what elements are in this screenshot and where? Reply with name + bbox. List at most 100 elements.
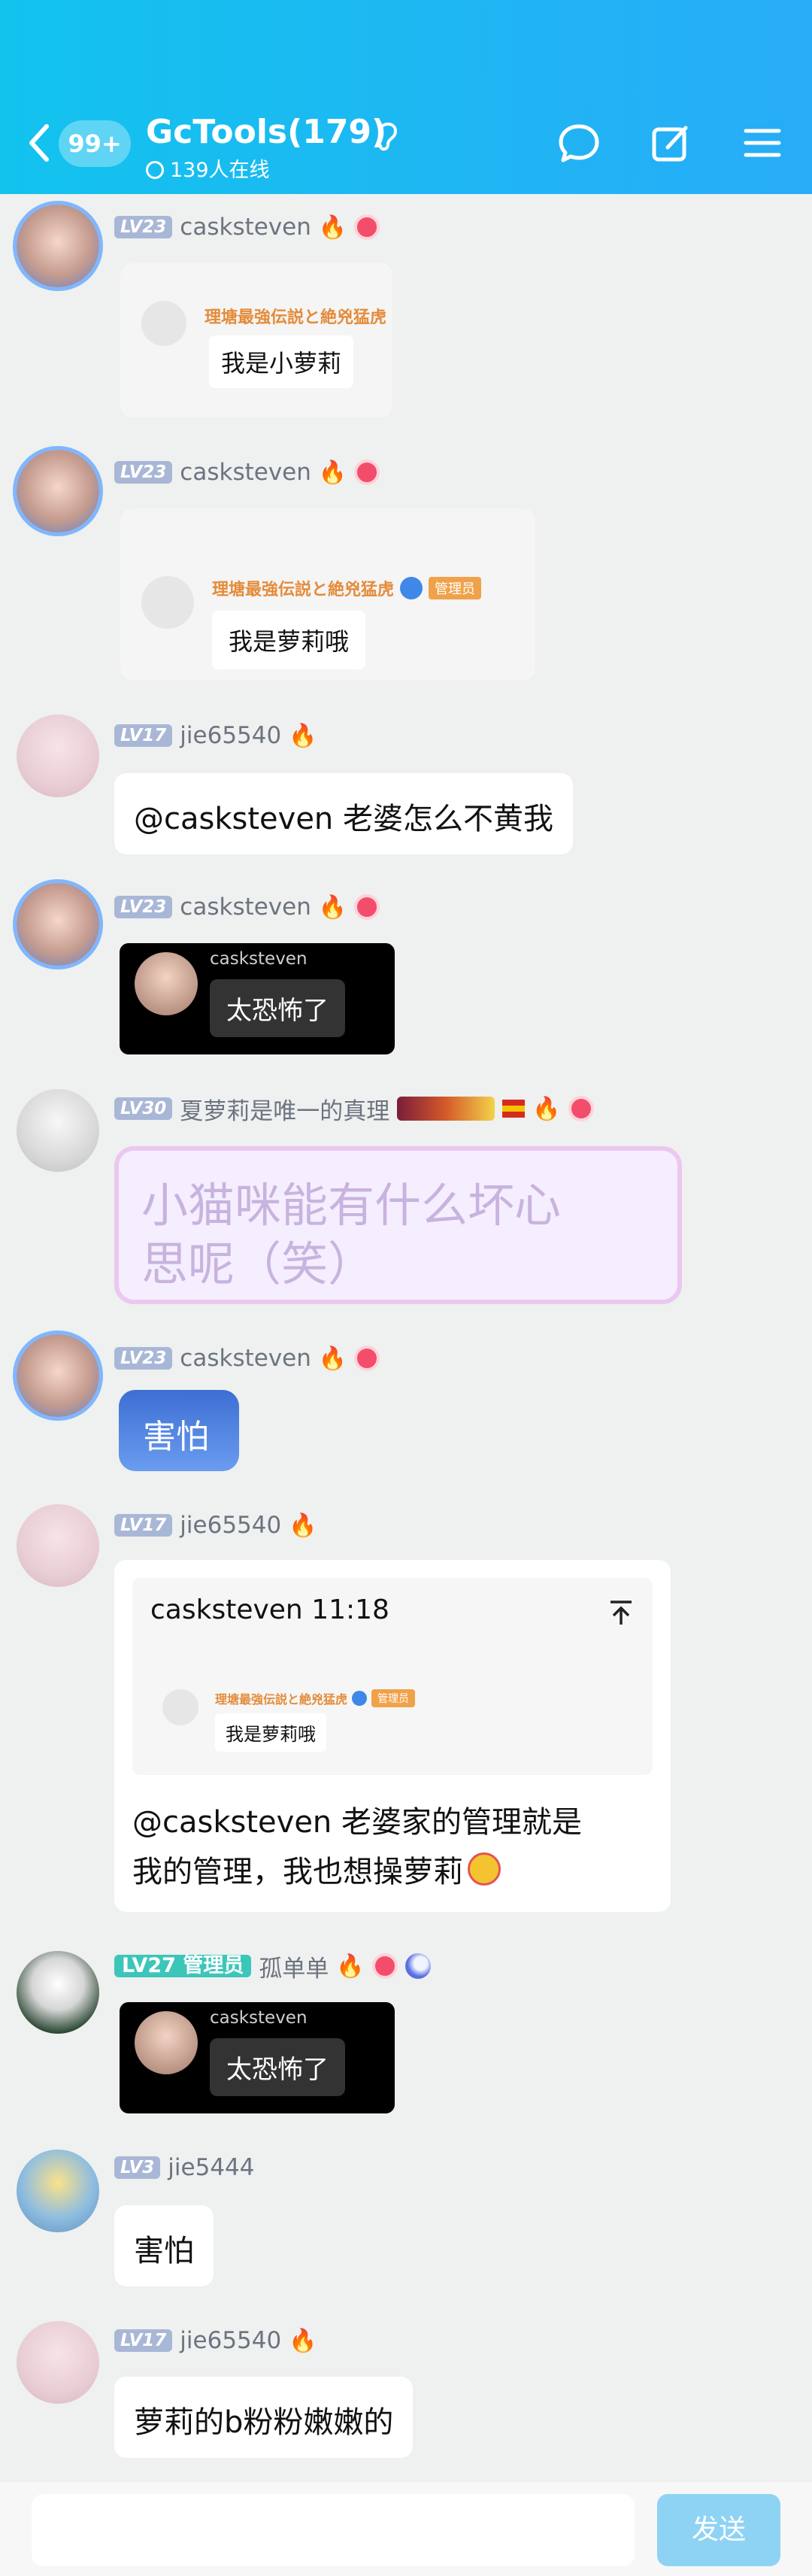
message-text: 萝莉的b粉粉嫩嫩的	[134, 2405, 394, 2440]
quote-header: 理塘最強伝説と絶兇猛虎 管理员	[215, 1689, 416, 1707]
message-sender: LV30 夏萝莉是唯一的真理 🔥	[114, 1095, 594, 1125]
ear-icon[interactable]	[374, 119, 401, 152]
message-text: 小猫咪能有什么坏心	[141, 1178, 562, 1233]
flower-badge-icon	[371, 1953, 398, 1979]
back-arrow-icon[interactable]	[24, 120, 54, 165]
sticker-text: 太恐怖了	[210, 979, 345, 1037]
user-avatar[interactable]	[17, 205, 99, 287]
username[interactable]: jie65540	[180, 2327, 281, 2354]
message-bubble[interactable]: 害怕	[114, 2205, 214, 2286]
admin-crown-icon	[352, 1691, 368, 1706]
quote-title: 理塘最強伝説と絶兇猛虎	[215, 1692, 348, 1707]
fire-icon: 🔥	[289, 2327, 317, 2354]
message-input[interactable]	[32, 2494, 635, 2566]
message-text: 我的管理，我也想操萝莉	[132, 1855, 463, 1889]
user-avatar[interactable]	[17, 715, 99, 797]
level-badge: LV23	[114, 216, 173, 238]
quote-title: 理塘最強伝説と絶兇猛虎	[212, 581, 395, 599]
quote-text: 我是萝莉哦	[215, 1713, 326, 1752]
user-avatar[interactable]	[17, 2150, 99, 2232]
quote-title: 理塘最強伝説と絶兇猛虎	[205, 308, 387, 327]
user-avatar[interactable]	[17, 1504, 99, 1587]
username[interactable]: casksteven	[180, 459, 311, 486]
scroll-to-top-icon[interactable]	[606, 1597, 636, 1628]
styled-message-bubble[interactable]: 害怕	[119, 1390, 239, 1471]
send-button[interactable]: 发送	[657, 2494, 780, 2566]
message-text: 害怕	[134, 2234, 194, 2268]
level-badge: LV17	[114, 1514, 173, 1537]
quote-text: 我是萝莉哦	[212, 611, 366, 669]
sticker-image[interactable]: casksteven 太恐怖了	[120, 943, 395, 1054]
quoted-message-card[interactable]: 理塘最強伝説と絶兇猛虎 管理员 我是萝莉哦	[120, 508, 535, 680]
message-text: @casksteven 老婆怎么不黄我	[134, 802, 553, 836]
user-avatar[interactable]	[17, 1089, 99, 1172]
level-badge: LV3	[114, 2156, 161, 2179]
level-badge: LV17	[114, 2329, 173, 2352]
flower-badge-icon	[354, 894, 380, 920]
message-sender: LV17 jie65540 🔥	[114, 2327, 317, 2354]
quote-text: 我是小萝莉	[209, 335, 354, 388]
message-bubble[interactable]: @casksteven 老婆怎么不黄我	[114, 773, 573, 854]
sticker-name: casksteven	[210, 949, 308, 969]
message-input-bar: 发送	[0, 2482, 812, 2576]
quote-avatar	[141, 576, 194, 629]
edit-icon[interactable]	[648, 120, 693, 165]
online-count: 139人在线	[146, 153, 270, 183]
message-bubble[interactable]: 萝莉的b粉粉嫩嫩的	[114, 2377, 414, 2458]
user-avatar[interactable]	[17, 1951, 99, 2034]
fire-icon: 🔥	[318, 459, 347, 486]
fire-icon: 🔥	[289, 1512, 317, 1539]
username[interactable]: casksteven	[180, 1345, 311, 1372]
username[interactable]: jie5444	[168, 2154, 254, 2181]
flower-badge-icon	[354, 460, 380, 485]
level-badge: LV17	[114, 724, 173, 747]
group-title[interactable]: GcTools(179)	[146, 113, 386, 151]
message-sender: LV23 casksteven 🔥	[114, 214, 380, 241]
user-avatar[interactable]	[17, 1334, 99, 1417]
user-avatar[interactable]	[17, 883, 99, 966]
admin-badge: 管理员	[371, 1689, 416, 1707]
admin-badge: 管理员	[429, 577, 482, 599]
user-avatar[interactable]	[17, 450, 99, 532]
message-text: 害怕	[143, 1418, 209, 1456]
message-sender: LV23 casksteven 🔥	[114, 459, 380, 486]
username[interactable]: jie65540	[180, 722, 281, 749]
reply-header: casksteven 11:18	[150, 1594, 389, 1625]
username[interactable]: 夏萝莉是唯一的真理	[180, 1092, 389, 1126]
moon-badge-icon	[404, 1953, 431, 1979]
message-text-line: 我的管理，我也想操萝莉	[132, 1847, 501, 1891]
online-count-text: 139人在线	[170, 159, 270, 182]
decoration-badge	[502, 1100, 526, 1118]
username[interactable]: jie65540	[180, 1512, 281, 1539]
message-sender: LV3 jie5444	[114, 2154, 255, 2181]
reply-quote-card[interactable]: casksteven 11:18 理塘最強伝説と絶兇猛虎 管理员 我是萝莉哦	[132, 1578, 653, 1775]
username[interactable]: 孤单单	[259, 1949, 329, 1983]
chat-bubble-icon[interactable]	[556, 120, 601, 165]
admin-crown-icon	[400, 577, 423, 599]
quoted-message-card[interactable]: 理塘最強伝説と絶兇猛虎 我是小萝莉	[120, 263, 392, 417]
sticker-name: casksteven	[210, 2008, 308, 2028]
fire-icon: 🔥	[336, 1952, 365, 1980]
username[interactable]: casksteven	[180, 894, 311, 921]
user-avatar[interactable]	[17, 2321, 99, 2404]
username[interactable]: casksteven	[180, 214, 311, 241]
flower-badge-icon	[354, 1346, 380, 1371]
fire-icon: 🔥	[318, 894, 347, 921]
reply-message-bubble[interactable]: casksteven 11:18 理塘最強伝説と絶兇猛虎 管理员 我是萝莉哦 @…	[114, 1560, 671, 1912]
message-sender: LV23 casksteven 🔥	[114, 1345, 380, 1372]
level-badge: LV23	[114, 896, 173, 918]
fire-icon: 🔥	[318, 1345, 347, 1372]
role-text: 管理员	[183, 1954, 244, 1977]
level-badge: LV23	[114, 461, 173, 484]
sticker-avatar	[135, 2011, 198, 2074]
level-text: LV27	[122, 1954, 176, 1977]
message-sender: LV17 jie65540 🔥	[114, 1512, 317, 1539]
sticker-image[interactable]: casksteven 太恐怖了	[120, 2002, 395, 2113]
menu-icon[interactable]	[740, 120, 785, 165]
level-badge: LV23	[114, 1347, 173, 1370]
unread-badge[interactable]: 99+	[59, 120, 131, 167]
quote-avatar	[141, 301, 186, 346]
quote-avatar	[162, 1689, 198, 1725]
message-sender: LV23 casksteven 🔥	[114, 894, 380, 921]
styled-message-bubble[interactable]: 小猫咪能有什么坏心 思呢（笑）	[114, 1146, 682, 1304]
